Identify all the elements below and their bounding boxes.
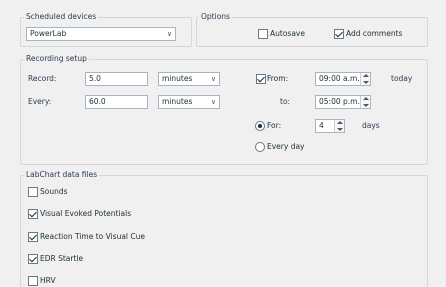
file-checkbox[interactable] (28, 254, 38, 264)
from-label: From: (267, 74, 289, 83)
record-label: Record: (28, 74, 57, 83)
for-days-input[interactable]: 4 (315, 119, 345, 133)
every-day-label: Every day (267, 142, 305, 151)
file-label: HRV (40, 276, 56, 285)
spin-arrows-icon[interactable] (360, 73, 370, 85)
file-checkbox[interactable] (28, 187, 38, 197)
every-input[interactable]: 60.0 (85, 95, 148, 109)
autosave-checkbox[interactable] (258, 29, 268, 39)
device-select-value: PowerLab (30, 29, 67, 38)
every-value: 60.0 (89, 97, 106, 106)
file-checkbox[interactable] (28, 276, 38, 286)
file-label: Sounds (40, 187, 68, 196)
to-label: to: (280, 97, 291, 106)
chevron-down-icon: ∨ (166, 30, 172, 38)
every-unit-value: minutes (162, 97, 193, 106)
for-radio[interactable] (255, 121, 265, 131)
autosave-label: Autosave (270, 29, 305, 38)
spin-arrows-icon[interactable] (334, 120, 344, 132)
spin-arrows-icon[interactable] (360, 96, 370, 108)
file-label: EDR Startle (40, 254, 84, 263)
every-day-radio[interactable] (255, 142, 265, 152)
file-checkbox[interactable] (28, 209, 38, 219)
to-time-value: 05:00 p.m. (319, 97, 360, 106)
file-label: Visual Evoked Potentials (40, 209, 132, 218)
file-checkbox[interactable] (28, 232, 38, 242)
from-suffix: today (391, 74, 413, 83)
device-select[interactable]: PowerLab ∨ (26, 27, 176, 41)
chevron-down-icon: ∨ (210, 75, 216, 83)
every-unit-select[interactable]: minutes ∨ (158, 95, 220, 109)
options-title: Options (199, 12, 232, 22)
record-unit-value: minutes (162, 74, 193, 83)
for-label: For: (267, 121, 282, 130)
recording-setup-title: Recording setup (24, 54, 89, 64)
for-days-value: 4 (319, 121, 324, 130)
chevron-down-icon: ∨ (210, 98, 216, 106)
record-input[interactable]: 5.0 (85, 72, 148, 86)
record-unit-select[interactable]: minutes ∨ (158, 72, 220, 86)
to-time-input[interactable]: 05:00 p.m. (315, 95, 371, 109)
from-time-input[interactable]: 09:00 a.m. (315, 72, 371, 86)
file-label: Reaction Time to Visual Cue (40, 232, 145, 241)
record-value: 5.0 (89, 74, 101, 83)
add-comments-label: Add comments (346, 29, 403, 38)
for-suffix: days (362, 121, 380, 130)
from-checkbox[interactable] (256, 74, 266, 84)
every-label: Every: (28, 97, 52, 106)
scheduled-devices-title: Scheduled devices (24, 12, 99, 22)
add-comments-checkbox[interactable] (334, 29, 344, 39)
labchart-data-files-title: LabChart data files (24, 170, 100, 180)
from-time-value: 09:00 a.m. (319, 74, 360, 83)
